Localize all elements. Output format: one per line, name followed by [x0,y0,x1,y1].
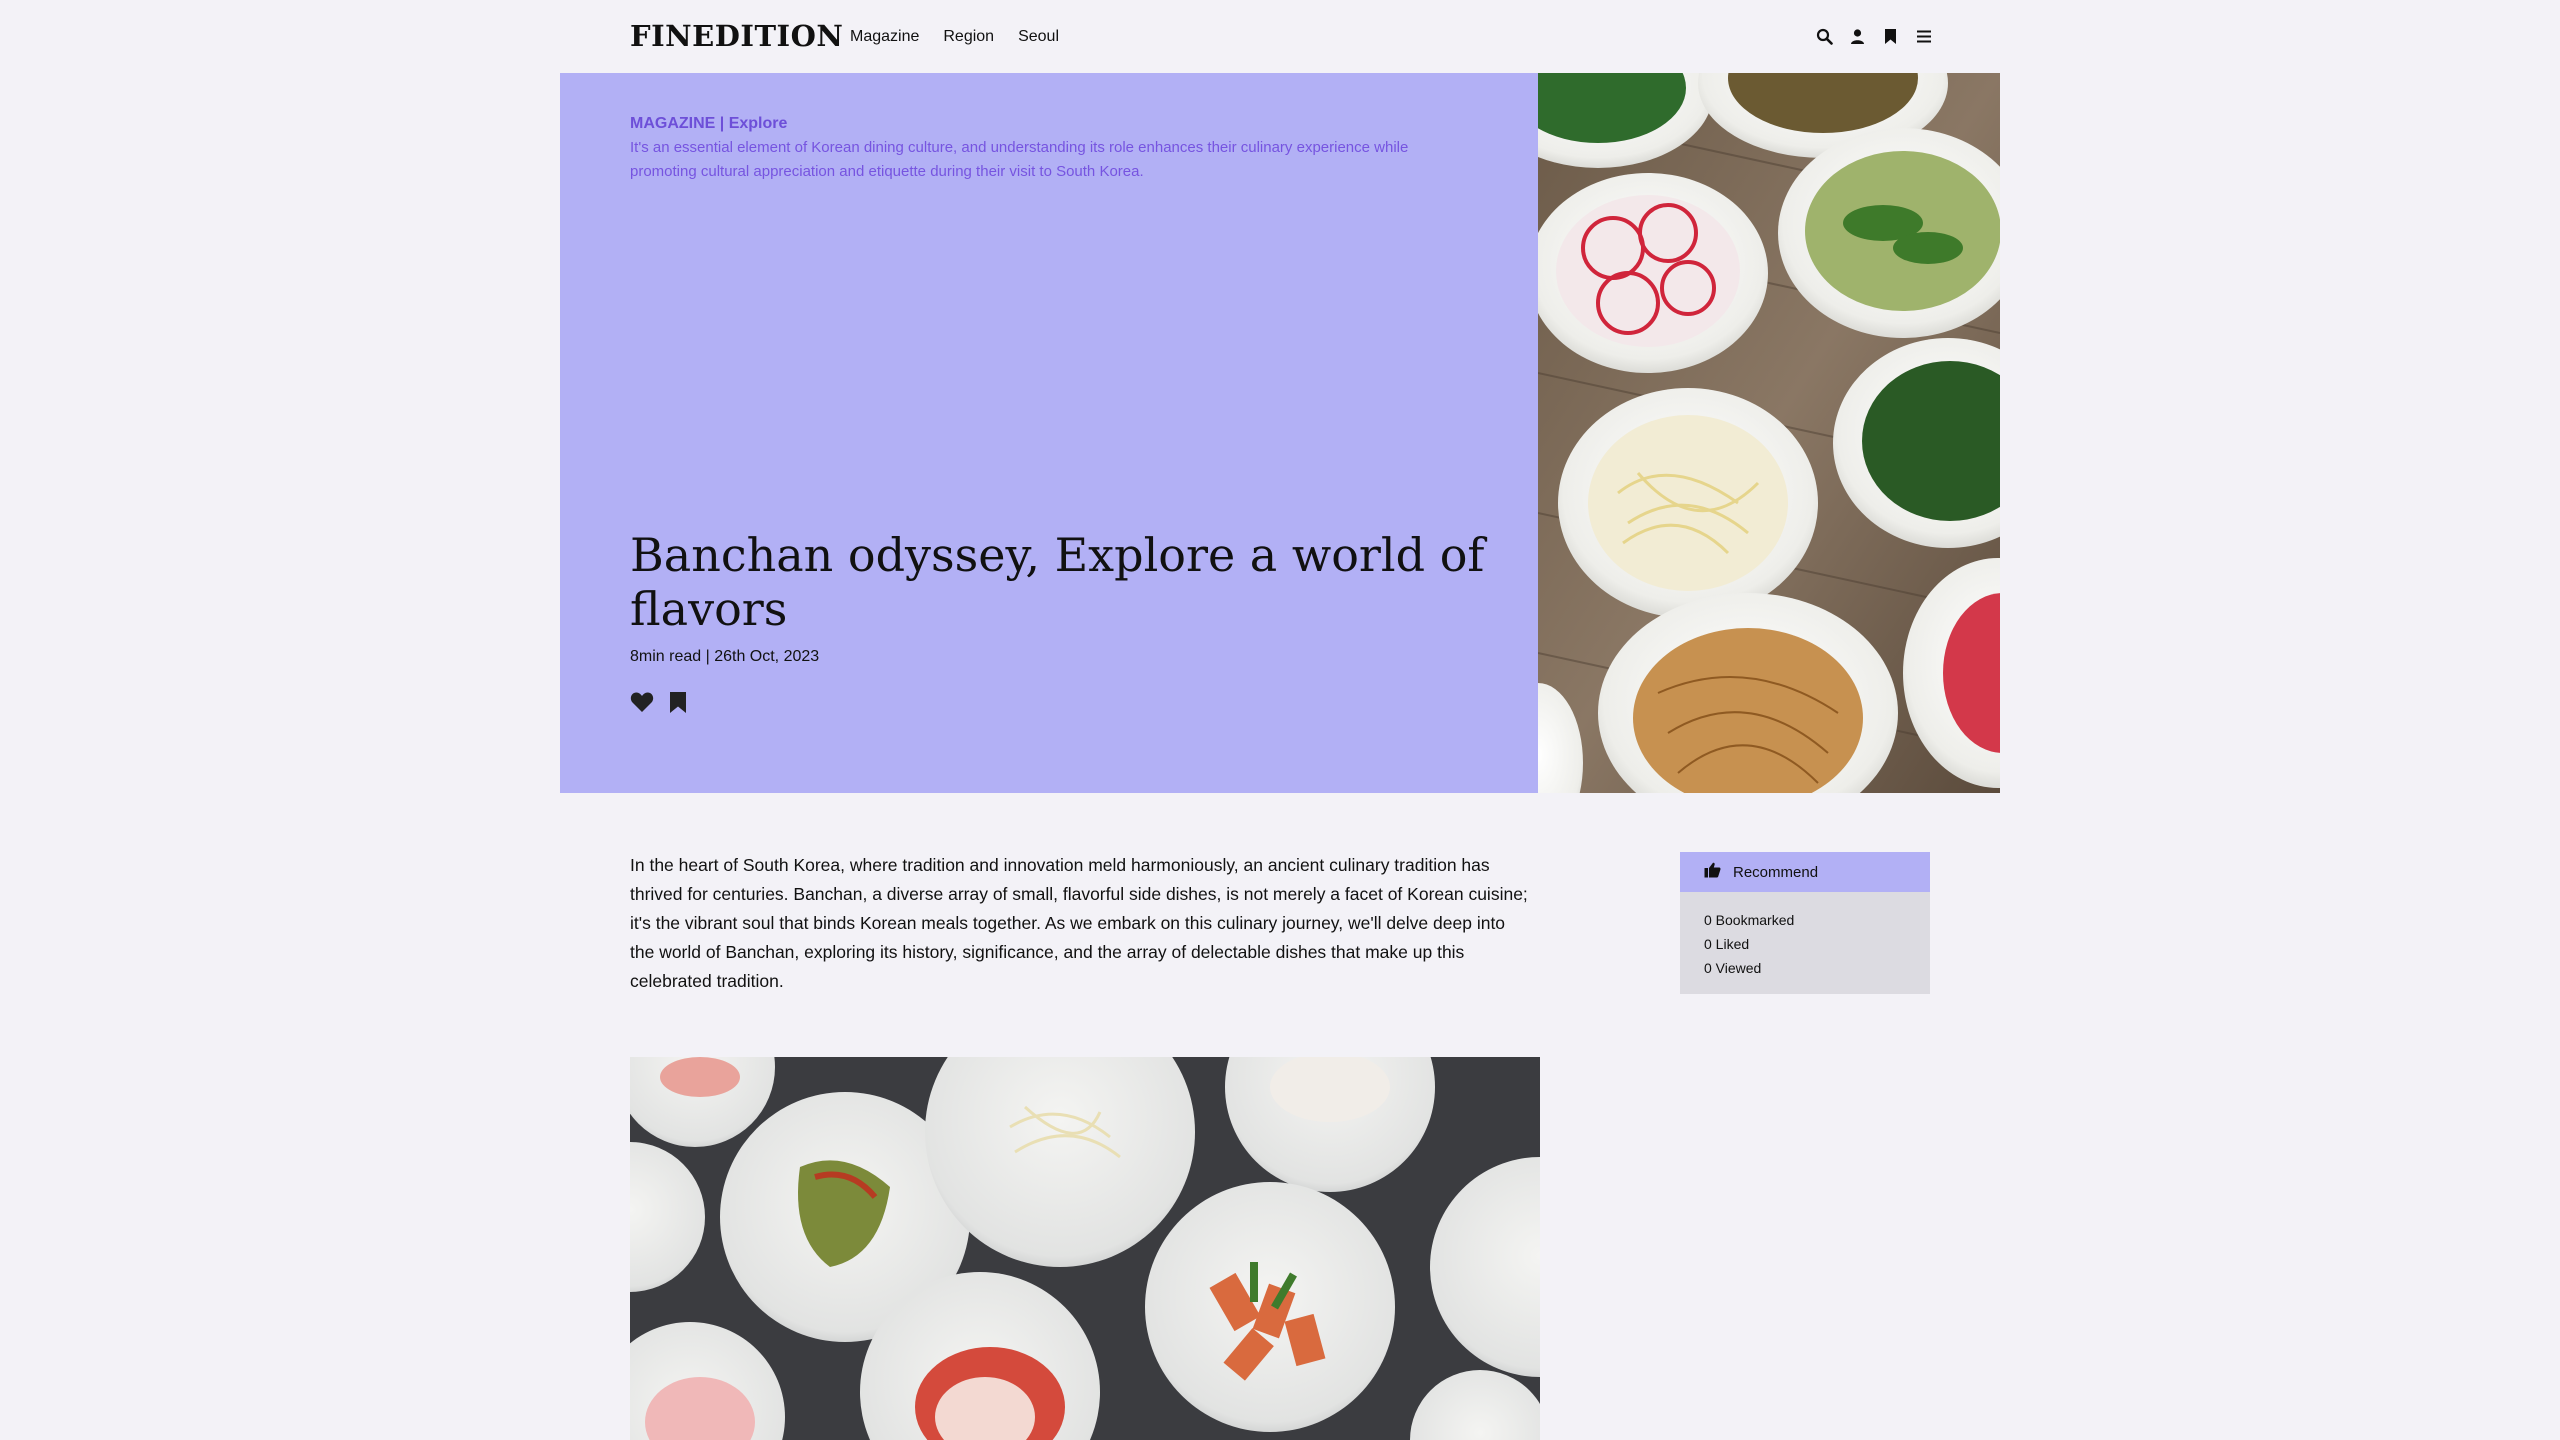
site-header: FINEDITION Magazine Region Seoul [560,0,2000,73]
nav-seoul[interactable]: Seoul [1018,28,1059,46]
main-nav: Magazine Region Seoul [850,28,1059,46]
hero-category[interactable]: MAGAZINE | Explore [630,115,787,133]
menu-icon[interactable] [1914,27,1933,46]
article-meta: 8min read | 26th Oct, 2023 [630,648,820,665]
user-icon[interactable] [1848,27,1867,46]
engagement-panel: Recommend 0 Bookmarked 0 Liked 0 Viewed [1680,852,1930,994]
site-logo[interactable]: FINEDITION [630,19,843,53]
hero-summary: It's an essential element of Korean dini… [630,139,1409,180]
thumbs-up-icon [1704,862,1721,882]
heart-icon[interactable] [630,690,654,714]
bookmark-icon[interactable] [1881,27,1900,46]
header-actions [1815,27,1933,46]
hero-photo [1538,73,2000,793]
liked-count: 0 Liked [1704,936,1750,952]
hero-banner: MAGAZINE | Explore It's an essential ele… [560,73,1538,793]
recommend-label: Recommend [1733,863,1819,881]
bookmark-icon[interactable] [666,690,690,714]
bookmarked-count: 0 Bookmarked [1704,912,1795,928]
page: FINEDITION Magazine Region Seoul MAGAZIN… [0,0,2560,1440]
nav-magazine[interactable]: Magazine [850,28,919,46]
article-intro: In the heart of South Korea, where tradi… [630,855,1528,991]
article-title: Banchan odyssey, Explore a world of flav… [630,528,1485,636]
stats-list: 0 Bookmarked 0 Liked 0 Viewed [1680,892,1930,996]
recommend-button[interactable]: Recommend [1680,852,1930,892]
search-icon[interactable] [1815,27,1834,46]
article-photo [630,1057,1540,1440]
nav-region[interactable]: Region [943,28,994,46]
hero-actions [630,690,690,714]
viewed-count: 0 Viewed [1704,960,1762,976]
